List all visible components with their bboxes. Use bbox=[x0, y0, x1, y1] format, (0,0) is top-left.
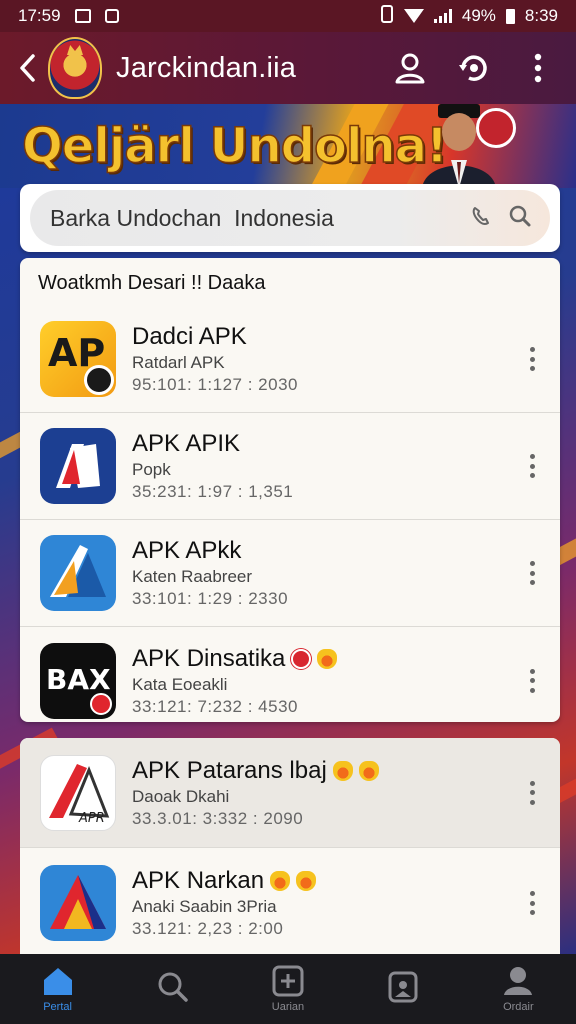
search-icon[interactable] bbox=[508, 204, 532, 233]
crown-badge-icon bbox=[332, 760, 353, 781]
more-vert-icon[interactable] bbox=[522, 888, 542, 918]
red-badge-icon bbox=[291, 648, 312, 669]
app-list-card: Woatkmh Desari !! Daaka AP Dadci APK Rat… bbox=[20, 258, 560, 722]
app-list-card-2: APR APK Patarans lbaj Daoak Dkahi 33.3.0… bbox=[20, 738, 560, 954]
app-name: APK Dinsatika bbox=[132, 644, 286, 672]
app-icon: BAX bbox=[40, 642, 116, 719]
nav-item-home[interactable]: Pertal bbox=[13, 965, 103, 1013]
svg-text:APR: APR bbox=[78, 811, 105, 826]
list-item[interactable]: APK APIK Popk 35:231: 1:97 : 1,351 bbox=[20, 413, 560, 520]
more-vert-icon[interactable] bbox=[520, 50, 556, 86]
back-icon[interactable] bbox=[12, 48, 42, 88]
app-developer: Daoak Dkahi bbox=[132, 786, 230, 806]
battery-icon bbox=[505, 8, 515, 24]
gallery-icon bbox=[388, 971, 418, 1003]
nav-item-add[interactable]: Uarian bbox=[243, 965, 333, 1013]
crown-badge-icon bbox=[317, 648, 338, 669]
crown-badge-icon bbox=[358, 760, 379, 781]
nav-label-profile: Ordair bbox=[503, 1001, 534, 1013]
app-bar: Jarckindan.iia bbox=[0, 32, 576, 104]
app-developer: Ratdarl APK bbox=[132, 353, 225, 372]
list-item[interactable]: APR APK Patarans lbaj Daoak Dkahi 33.3.0… bbox=[20, 738, 560, 848]
app-meta: 33.3.01: 3:332 : 2090 bbox=[132, 808, 304, 828]
section-title: Woatkmh Desari !! Daaka bbox=[38, 272, 266, 294]
nav-item-profile[interactable]: Ordair bbox=[473, 965, 563, 1013]
app-name: APK APkk bbox=[132, 537, 242, 564]
app-name: APK Patarans lbaj bbox=[132, 756, 327, 784]
bottom-nav: Pertal Uarian Ordair bbox=[0, 954, 576, 1024]
app-icon: APR bbox=[40, 754, 116, 831]
app-name: APK APIK bbox=[132, 430, 241, 457]
app-developer: Popk bbox=[132, 460, 171, 479]
vibrate-icon bbox=[380, 4, 394, 28]
search-card bbox=[20, 184, 560, 252]
nav-item-gallery[interactable] bbox=[358, 971, 448, 1007]
list-item[interactable]: BAX APK Dinsatika Kata Eoeakli 33:121: 7… bbox=[20, 627, 560, 722]
nav-label-home: Pertal bbox=[43, 1001, 72, 1013]
list-item[interactable]: APK Narkan Anaki Saabin 3Pria 33.121: 2,… bbox=[20, 848, 560, 954]
app-meta: 95:101: 1:127 : 2030 bbox=[132, 375, 298, 394]
app-icon bbox=[40, 535, 116, 611]
app-meta: 33:101: 1:29 : 2330 bbox=[132, 589, 289, 608]
wifi-icon bbox=[403, 9, 424, 23]
app-icon bbox=[40, 428, 116, 504]
nav-item-search[interactable] bbox=[128, 971, 218, 1007]
crown-badge-icon bbox=[270, 871, 291, 891]
more-vert-icon[interactable] bbox=[522, 344, 542, 374]
status-time: 17:59 bbox=[18, 6, 61, 25]
voice-icon[interactable] bbox=[470, 205, 492, 232]
list-item[interactable]: AP Dadci APK Ratdarl APK 95:101: 1:127 :… bbox=[20, 306, 560, 413]
status-bar: 17:59 49% 8:39 bbox=[0, 0, 576, 32]
refresh-icon[interactable] bbox=[456, 50, 492, 86]
home-icon bbox=[43, 968, 72, 995]
app-developer: Katen Raabreer bbox=[132, 567, 253, 586]
app-icon bbox=[40, 865, 116, 941]
crown-badge-icon bbox=[296, 871, 317, 891]
app-developer: Anaki Saabin 3Pria bbox=[132, 897, 277, 916]
person-photo bbox=[422, 104, 496, 188]
list-item[interactable]: APK APkk Katen Raabreer 33:101: 1:29 : 2… bbox=[20, 520, 560, 627]
app-name: Dadci APK bbox=[132, 323, 247, 350]
search-icon bbox=[158, 972, 188, 1002]
add-box-icon bbox=[272, 965, 304, 997]
signal-icon bbox=[433, 9, 452, 23]
nav-label-add: Uarian bbox=[271, 1001, 305, 1013]
app-icon: AP bbox=[40, 321, 116, 397]
notification-icon bbox=[74, 9, 91, 23]
banner-title: Qeljärl Undolna! bbox=[21, 117, 448, 175]
more-vert-icon[interactable] bbox=[522, 451, 542, 481]
app-title: Jarckindan.iia bbox=[116, 51, 297, 84]
app-meta: 35:231: 1:97 : 1,351 bbox=[132, 482, 294, 501]
more-vert-icon[interactable] bbox=[522, 558, 542, 588]
app-developer: Kata Eoeakli bbox=[132, 674, 228, 694]
app-logo bbox=[48, 37, 102, 99]
app-meta: 33:121: 7:232 : 4530 bbox=[132, 696, 298, 716]
app-meta: 33.121: 2,23 : 2:00 bbox=[132, 919, 284, 938]
promo-banner[interactable]: Qeljärl Undolna! bbox=[0, 104, 576, 188]
more-vert-icon[interactable] bbox=[522, 666, 542, 696]
app-name: APK Narkan bbox=[132, 867, 265, 894]
more-vert-icon[interactable] bbox=[522, 778, 542, 808]
profile-icon[interactable] bbox=[392, 50, 428, 86]
status-time-right: 8:39 bbox=[524, 6, 558, 25]
person-icon bbox=[504, 967, 533, 995]
battery-percent: 49% bbox=[461, 6, 496, 25]
search-bar[interactable] bbox=[30, 190, 550, 246]
search-input[interactable] bbox=[50, 204, 470, 232]
image-icon bbox=[104, 9, 119, 23]
